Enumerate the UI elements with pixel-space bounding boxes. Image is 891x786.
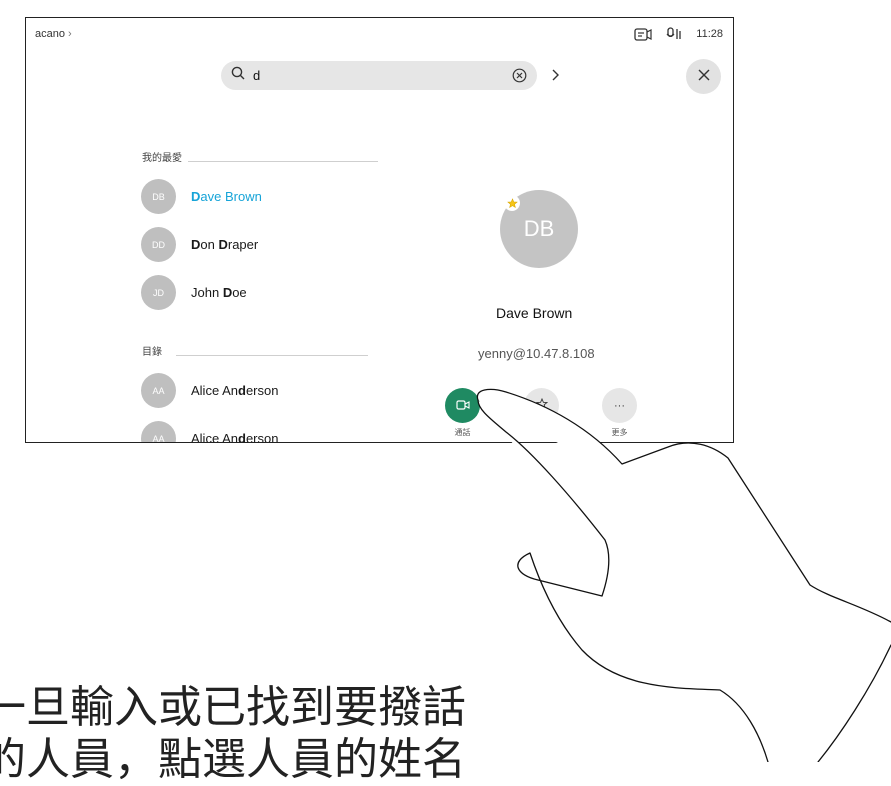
- caption-line-1: 一旦輸入或已找到要撥話: [0, 683, 466, 732]
- pointing-hand-illustration: [476, 388, 891, 762]
- instruction-caption: 一旦輸入或已找到要撥話 的人員，點選人員的姓名: [0, 682, 466, 786]
- caption-line-2: 的人員，點選人員的姓名: [0, 735, 466, 784]
